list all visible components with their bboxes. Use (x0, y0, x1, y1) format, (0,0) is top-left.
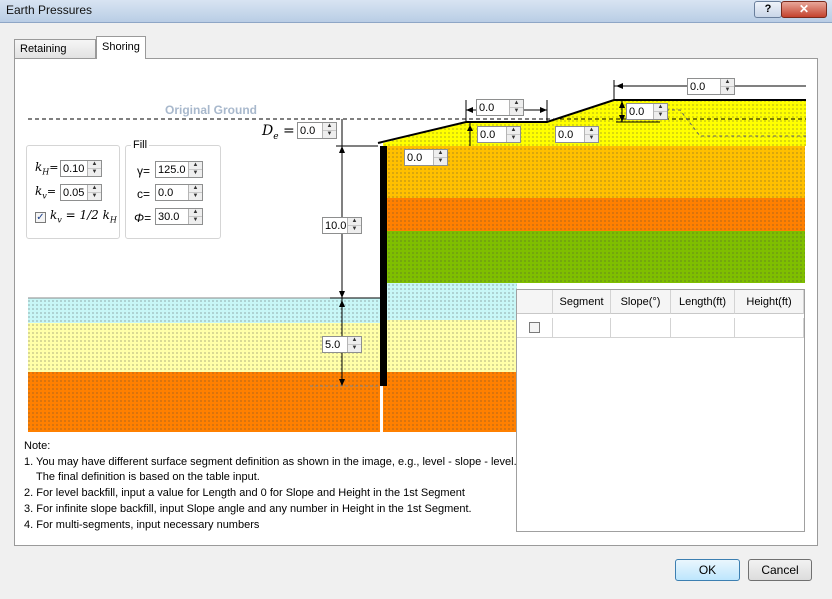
table-header-segment[interactable]: Segment (553, 290, 611, 314)
fill-legend: Fill (131, 139, 150, 151)
table-row-select-cell[interactable] (517, 318, 553, 338)
excavation-depth-spinner[interactable]: 10.0 ▲ ▼ (322, 217, 362, 234)
note-item: 4. For multi-segments, input necessary n… (24, 519, 260, 531)
length-cell[interactable] (671, 318, 735, 338)
table-header-length[interactable]: Length(ft) (671, 290, 735, 314)
ok-button[interactable]: OK (675, 559, 740, 581)
c-spinner[interactable]: 0.0 ▲ ▼ (155, 184, 203, 201)
phi-spinner[interactable]: 30.0 ▲ ▼ (155, 208, 203, 225)
table-header-slope[interactable]: Slope(°) (611, 290, 671, 314)
de-spinner[interactable]: 0.0 ▲ ▼ (297, 122, 337, 139)
original-ground-label: Original Ground (165, 103, 257, 117)
note-item: 3. For infinite slope backfill, input Sl… (24, 503, 472, 515)
note-heading: Note: (24, 440, 51, 452)
note-item: The final definition is based on the tab… (24, 471, 260, 483)
de-label: De = (262, 123, 295, 142)
gamma-label: γ= (137, 164, 151, 178)
gamma-spinner[interactable]: 125.0 ▲ ▼ (155, 161, 203, 178)
segment-table[interactable]: Segment Slope(°) Length(ft) Height(ft) (516, 289, 805, 532)
kh-spinner[interactable]: 0.10 ▲ ▼ (60, 160, 102, 177)
kv-link-label: kv = 1/2 kH (50, 208, 117, 225)
slope-height-2-spinner[interactable]: 0.0 ▲ ▼ (555, 126, 599, 143)
kv-link-checkbox[interactable]: ✓ (35, 212, 46, 223)
table-header-height[interactable]: Height(ft) (735, 290, 804, 314)
segment-cell[interactable] (553, 318, 611, 338)
segment-height-spinner[interactable]: 0.0 ▲ ▼ (626, 103, 668, 120)
note-item: 1. You may have different surface segmen… (24, 456, 523, 468)
slope-cell[interactable] (611, 318, 671, 338)
kh-label: kH= (35, 160, 59, 177)
row-checkbox[interactable] (529, 322, 540, 333)
note-item: 2. For level backfill, input a value for… (24, 487, 465, 499)
kv-label: kv= (35, 184, 57, 201)
table-header-select (517, 290, 553, 314)
slope-height-1-spinner[interactable]: 0.0 ▲ ▼ (477, 126, 521, 143)
cancel-button[interactable]: Cancel (748, 559, 812, 581)
tab-shoring[interactable]: Shoring (96, 36, 146, 59)
segment-length-spinner[interactable]: 0.0 ▲ ▼ (476, 99, 524, 116)
phi-label: Φ= (134, 211, 152, 225)
shoring-wall (380, 146, 387, 386)
top-length-spinner[interactable]: 0.0 ▲ ▼ (687, 78, 735, 95)
height-cell[interactable] (735, 318, 804, 338)
wall-top-offset-spinner[interactable]: 0.0 ▲ ▼ (404, 149, 448, 166)
embedment-depth-spinner[interactable]: 5.0 ▲ ▼ (322, 336, 362, 353)
kv-spinner[interactable]: 0.05 ▲ ▼ (60, 184, 102, 201)
c-label: c= (137, 187, 151, 201)
